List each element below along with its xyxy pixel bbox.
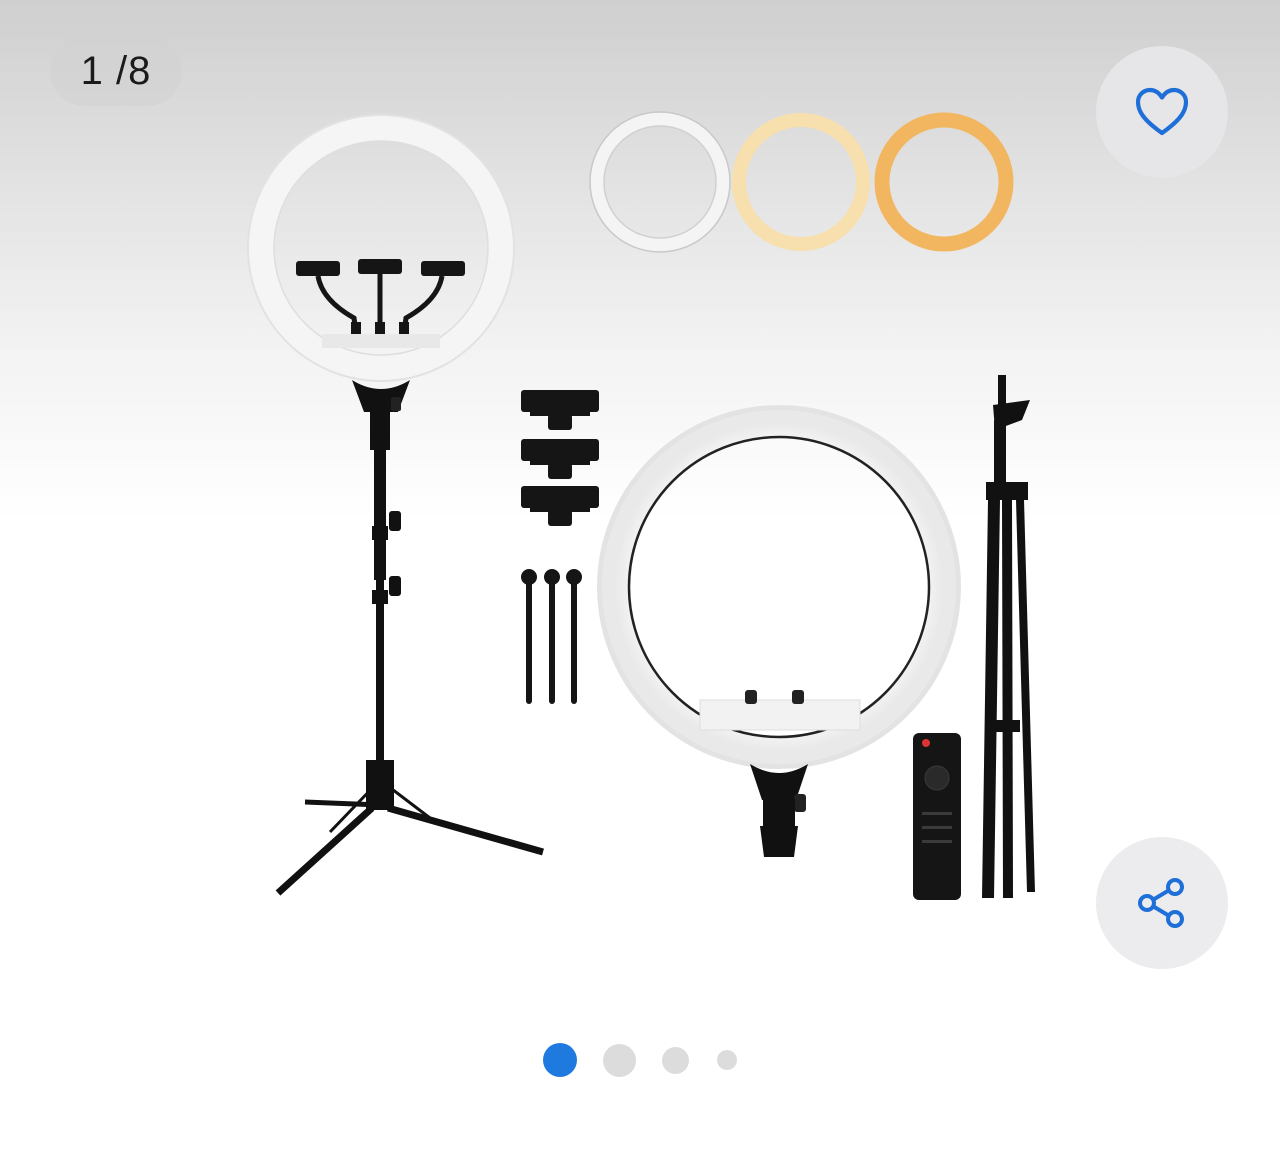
share-button[interactable] [1096,837,1228,969]
pagination-dot-active[interactable] [543,1043,577,1077]
product-image[interactable] [0,0,1280,1000]
heart-icon [1135,87,1189,136]
share-icon [1138,878,1184,928]
ring-light [597,405,961,857]
remote-control [913,733,961,900]
warm-light-ring [874,112,1014,252]
pagination-dots [0,1030,1280,1090]
cold-light-ring [590,112,730,252]
image-gallery[interactable]: 1 /8 [0,0,1280,1000]
pagination-dot[interactable] [603,1043,636,1077]
tripod-stand [982,375,1035,898]
gooseneck-arms [521,569,582,704]
phone-holders [521,390,599,526]
favorite-button[interactable] [1096,46,1228,178]
neutral-light-ring [732,113,870,251]
pagination-dot[interactable] [717,1050,737,1070]
pagination-dot[interactable] [662,1046,689,1074]
image-counter-text: 1 /8 [80,48,152,93]
assembled-ring-light [247,114,544,896]
image-counter: 1 /8 [50,36,182,106]
